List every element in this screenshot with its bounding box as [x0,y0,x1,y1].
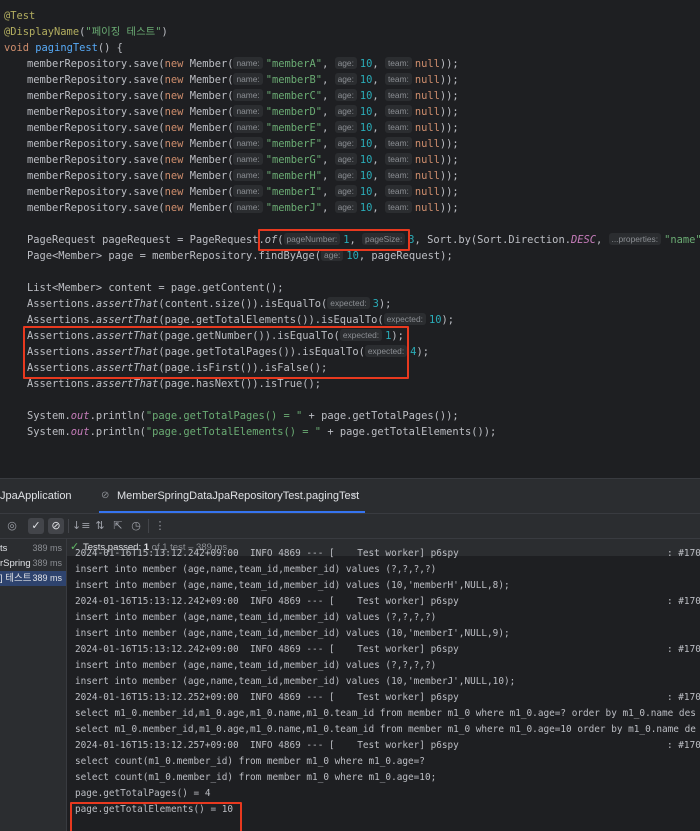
code-line: Assertions.assertThat(content.size()).is… [27,297,392,310]
console-line: select count(m1_0.member_id) from member… [75,772,437,783]
console-line: insert into member (age,name,team_id,mem… [75,660,437,671]
code-line: void pagingTest() { [4,42,123,54]
highlight-box-pagerequest [258,229,410,251]
code-line: memberRepository.save(new Member(name: "m… [27,121,459,134]
console-line: 2024-01-16T15:13:12.252+09:00 INFO 4869 … [75,692,459,703]
code-line: memberRepository.save(new Member(name: "m… [27,185,459,198]
highlight-box-output [70,802,242,831]
code-line: System.out.println("page.getTotalPages()… [27,410,459,422]
console-line: 2024-01-16T15:13:12.242+09:00 INFO 4869 … [75,548,459,559]
import-tests-icon[interactable]: ⇱ [110,518,126,534]
run-toolbar: ◎ ✓ ⊘ ↓≡ ⇅ ⇱ ◷ ⋮ [0,513,700,539]
show-ignored-icon[interactable]: ◎ [4,518,20,534]
code-line: memberRepository.save(new Member(name: "m… [27,105,459,118]
code-line: memberRepository.save(new Member(name: "m… [27,137,459,150]
console-line: page.getTotalPages() = 4 [75,788,211,799]
console-output[interactable]: ✓ Tests passed: 1 of 1 test – 389 ms 202… [66,539,700,831]
history-icon[interactable]: ◷ [128,518,144,534]
tree-item-selected[interactable]: ] 테스트 389 ms [0,571,66,586]
console-line: insert into member (age,name,team_id,mem… [75,564,437,575]
console-thread-id: : #170 [667,740,700,751]
console-line: insert into member (age,name,team_id,mem… [75,676,516,687]
tree-item[interactable]: rSpring 389 ms [0,556,66,571]
run-tabs: JpaApplication ⊘ MemberSpringDataJpaRepo… [0,479,700,513]
console-thread-id: : #170 [667,692,700,703]
tab-paging-test[interactable]: ⊘ MemberSpringDataJpaRepositoryTest.pagi… [99,479,365,513]
console-thread-id: : #170 [667,644,700,655]
console-line: select m1_0.member_id,m1_0.age,m1_0.name… [75,708,696,719]
code-line: @DisplayName("페이징 테스트") [4,26,168,38]
code-line: @Test [4,10,36,22]
test-config-icon: ⊘ [101,490,110,501]
code-line: memberRepository.save(new Member(name: "m… [27,153,459,166]
console-line: insert into member (age,name,team_id,mem… [75,628,510,639]
console-thread-id: : #170 [667,596,700,607]
code-line: memberRepository.save(new Member(name: "m… [27,169,459,182]
code-line: memberRepository.save(new Member(name: "m… [27,57,459,70]
show-ignored-toggle-icon[interactable]: ⊘ [48,518,64,534]
close-icon[interactable]: × [351,479,357,513]
console-line: insert into member (age,name,team_id,mem… [75,580,510,591]
toolbar-divider [148,519,149,533]
console-thread-id: : #170 [667,548,700,559]
code-line: memberRepository.save(new Member(name: "m… [27,73,459,86]
run-tool-window: JpaApplication ⊘ MemberSpringDataJpaRepo… [0,478,700,831]
console-line: 2024-01-16T15:13:12.257+09:00 INFO 4869 … [75,740,459,751]
code-line: System.out.println("page.getTotalElement… [27,426,497,438]
show-passed-icon[interactable]: ✓ [28,518,44,534]
code-line: memberRepository.save(new Member(name: "m… [27,89,459,102]
tab-jpa-application[interactable]: JpaApplication [0,479,92,513]
code-line: memberRepository.save(new Member(name: "m… [27,201,459,214]
console-line: select m1_0.member_id,m1_0.age,m1_0.name… [75,724,696,735]
sort-duration-icon[interactable]: ⇅ [92,518,108,534]
test-tree: ts 389 ms rSpring 389 ms ] 테스트 389 ms [0,539,66,831]
highlight-box-assertions [23,326,409,379]
console-line: select count(m1_0.member_id) from member… [75,756,425,767]
code-line: List<Member> content = page.getContent()… [27,282,284,294]
console-line: insert into member (age,name,team_id,mem… [75,612,437,623]
toolbar-divider [68,519,69,533]
console-line: 2024-01-16T15:13:12.242+09:00 INFO 4869 … [75,644,459,655]
code-editor[interactable]: @Test @DisplayName("페이징 테스트") void pagin… [0,0,700,478]
tree-item[interactable]: ts 389 ms [0,541,66,556]
sort-icon[interactable]: ↓≡ [72,518,90,534]
console-line: 2024-01-16T15:13:12.242+09:00 INFO 4869 … [75,596,459,607]
more-options-icon[interactable]: ⋮ [152,518,168,534]
